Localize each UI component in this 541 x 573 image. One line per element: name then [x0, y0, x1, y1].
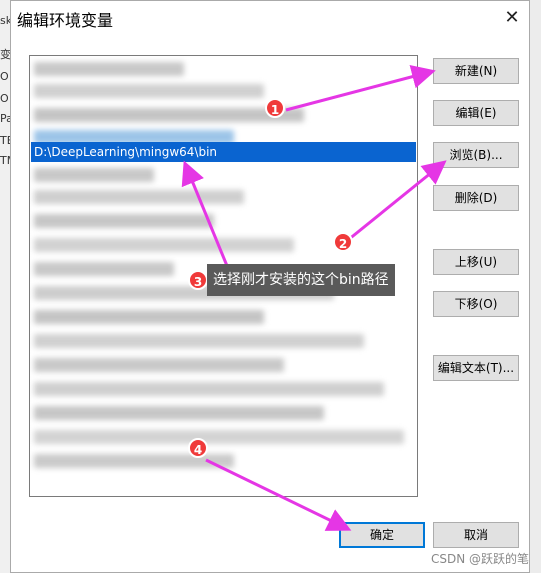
annotation-badge-2: 2 [333, 232, 353, 252]
annotation-badge-1: 1 [265, 98, 285, 118]
delete-button[interactable]: 删除(D) [433, 185, 519, 211]
list-item[interactable] [34, 238, 294, 252]
annotation-badge-3: 3 [188, 270, 208, 290]
dialog-title: 编辑环境变量 [17, 11, 114, 30]
list-item[interactable] [34, 190, 244, 204]
list-item[interactable] [34, 334, 364, 348]
list-item[interactable] [34, 262, 174, 276]
list-item[interactable] [34, 358, 284, 372]
bg-fragment: O [0, 92, 9, 105]
list-item[interactable] [34, 84, 264, 98]
selected-path-row[interactable]: D:\DeepLearning\mingw64\bin [31, 142, 416, 162]
annotation-tooltip: 选择刚才安装的这个bin路径 [207, 264, 395, 296]
annotation-badge-4: 4 [188, 438, 208, 458]
move-down-button[interactable]: 下移(O) [433, 291, 519, 317]
edit-text-button[interactable]: 编辑文本(T)... [433, 355, 519, 381]
background-scrollbar [529, 0, 541, 573]
list-item[interactable] [34, 454, 234, 468]
close-icon[interactable]: ✕ [501, 7, 523, 29]
new-button[interactable]: 新建(N) [433, 58, 519, 84]
list-item[interactable] [34, 430, 404, 444]
watermark: CSDN @跃跃的笔 [430, 552, 529, 566]
list-item[interactable] [34, 62, 184, 76]
bg-fragment: O [0, 70, 9, 83]
ok-button[interactable]: 确定 [339, 522, 425, 548]
list-item[interactable] [34, 168, 154, 182]
list-item[interactable] [34, 310, 264, 324]
move-up-button[interactable]: 上移(U) [433, 249, 519, 275]
list-item[interactable] [34, 406, 324, 420]
list-item[interactable] [34, 382, 384, 396]
title-bar: 编辑环境变量 ✕ [11, 1, 529, 35]
browse-button[interactable]: 浏览(B)... [433, 142, 519, 168]
cancel-button[interactable]: 取消 [433, 522, 519, 548]
list-item[interactable] [34, 214, 214, 228]
list-item[interactable] [34, 108, 304, 122]
edit-button[interactable]: 编辑(E) [433, 100, 519, 126]
